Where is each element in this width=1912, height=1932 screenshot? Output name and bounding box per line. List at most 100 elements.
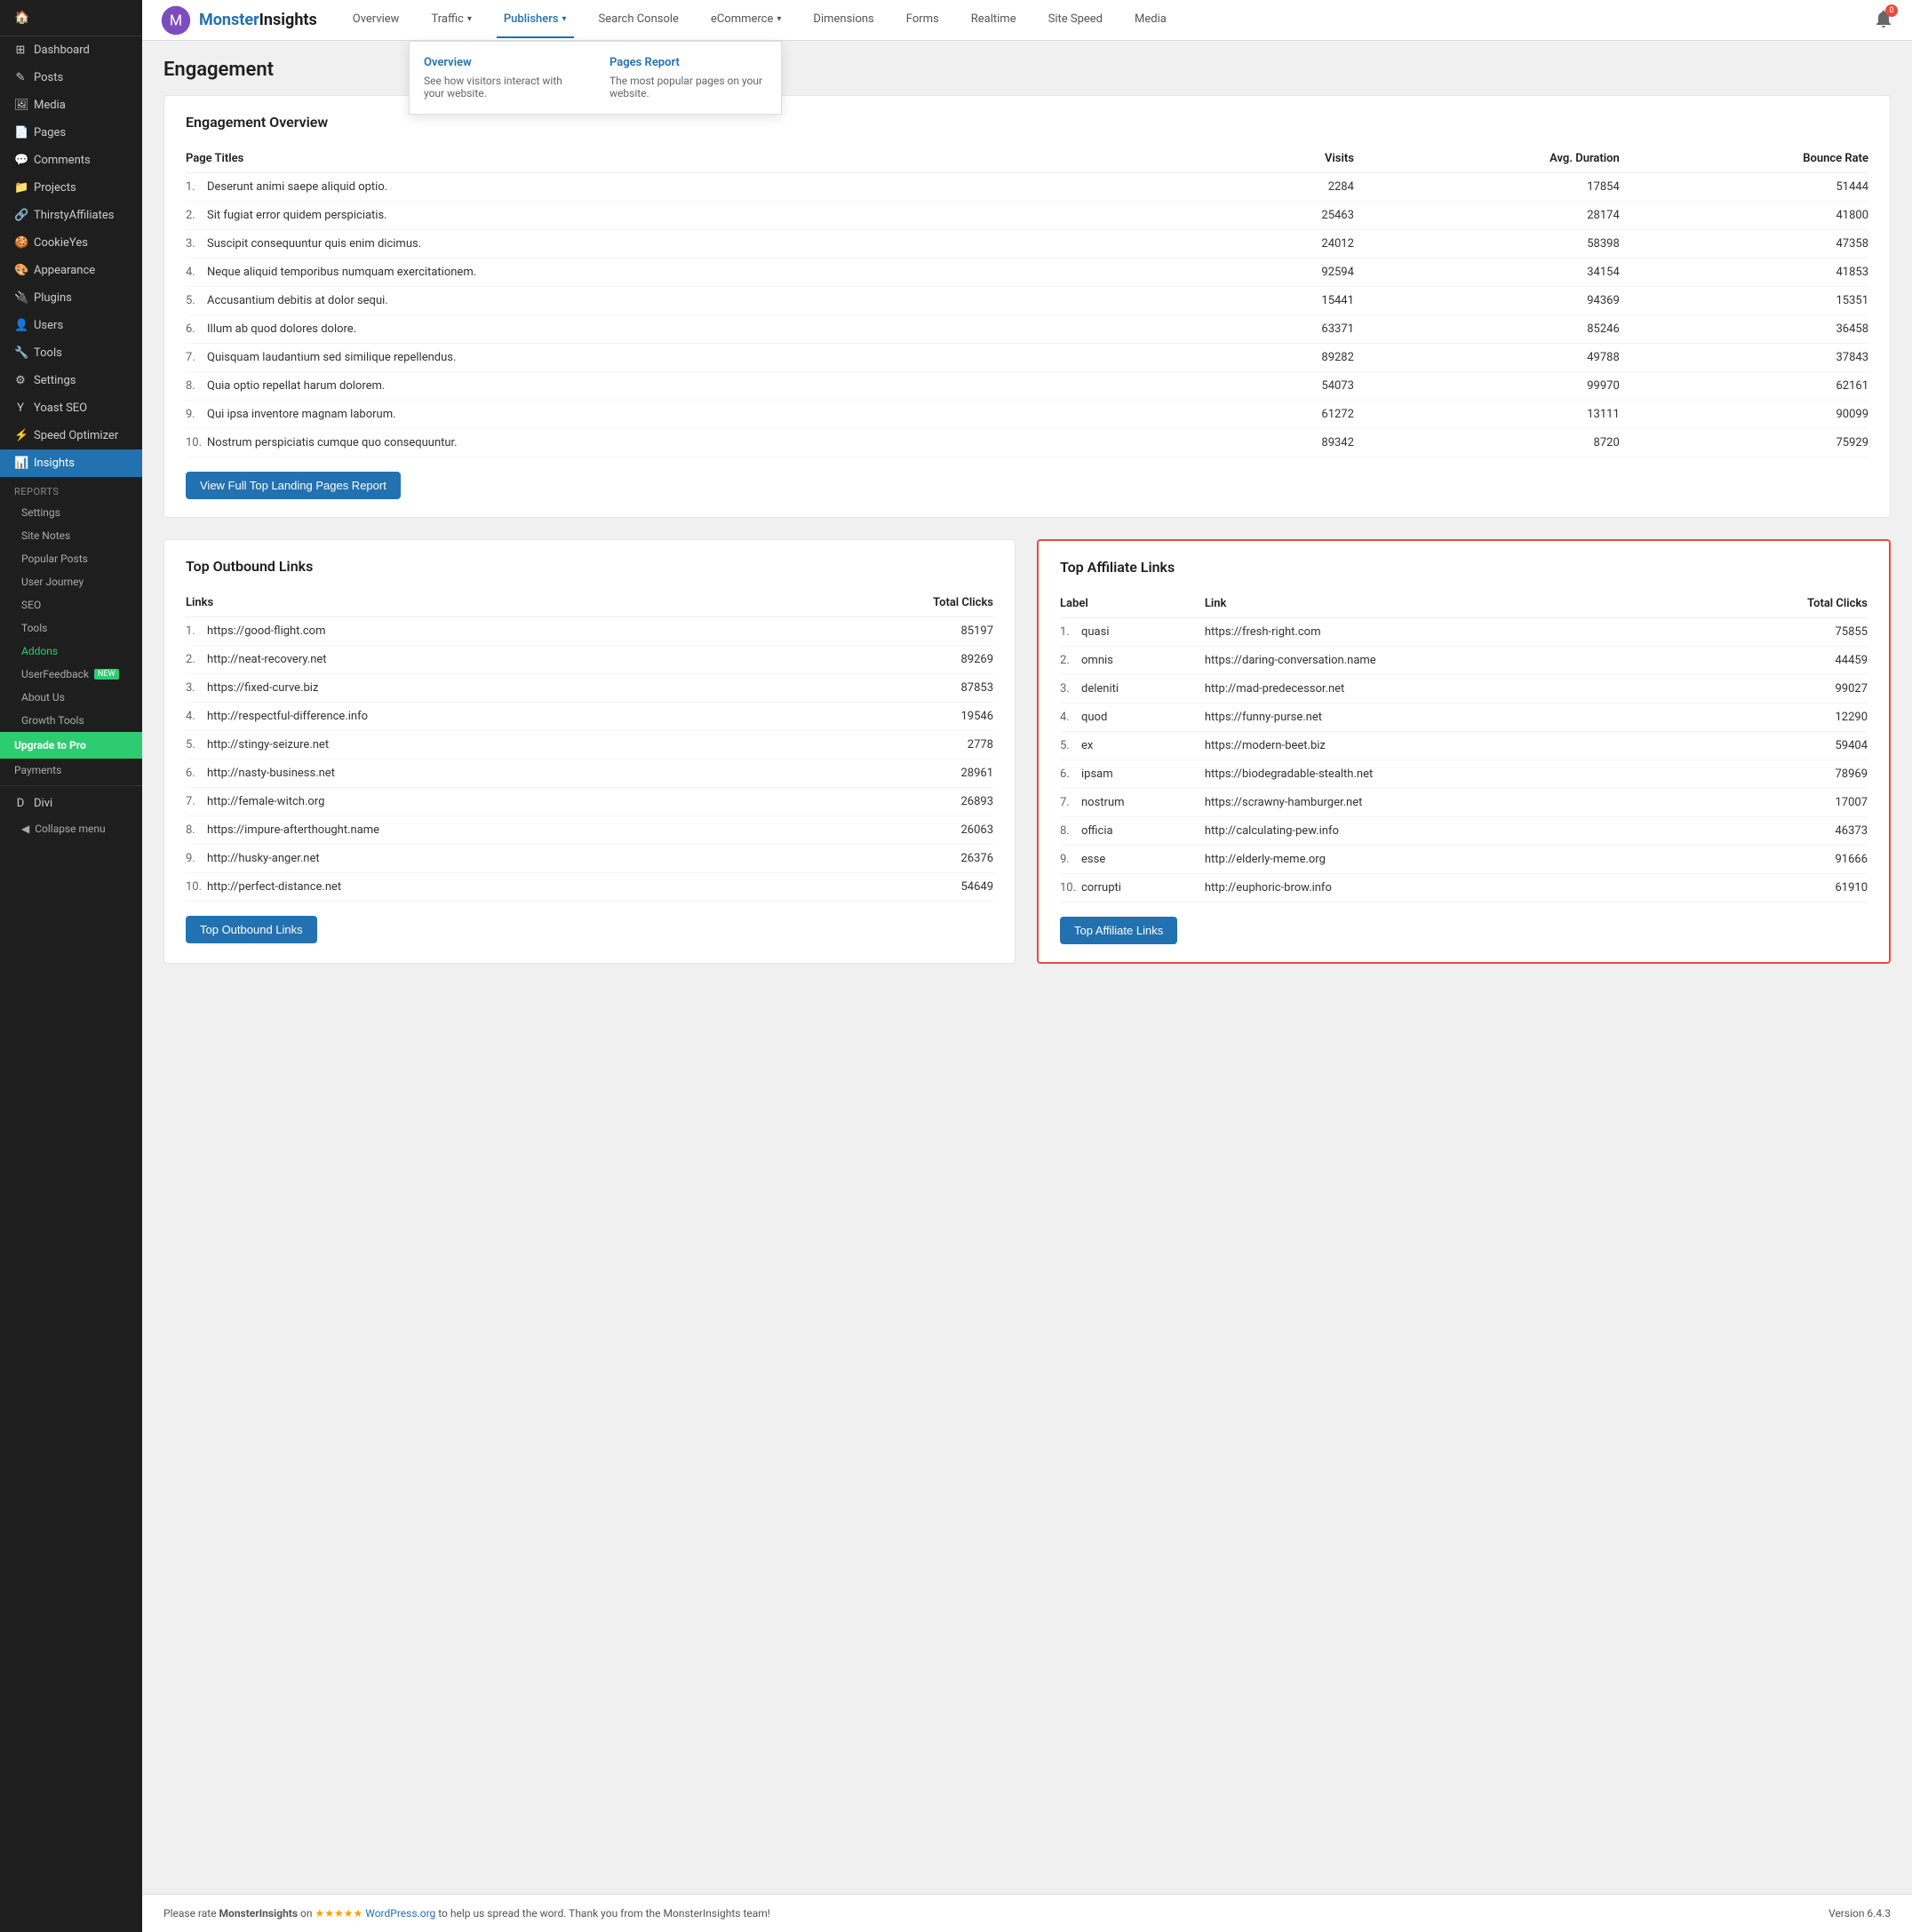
sidebar-sub-tools[interactable]: Tools — [0, 616, 142, 640]
engagement-overview-title: Engagement Overview — [186, 114, 1868, 131]
row-link: http://perfect-distance.net — [207, 873, 790, 902]
row-num: 4. — [1060, 704, 1081, 732]
outbound-table: Links Total Clicks 1. https://good-fligh… — [186, 589, 993, 902]
row-visits: 89282 — [1231, 344, 1354, 372]
sidebar-item-tools[interactable]: 🔧 Tools — [0, 339, 142, 367]
row-title: Neque aliquid temporibus numquam exercit… — [207, 258, 1231, 287]
nav-forms[interactable]: Forms — [899, 2, 946, 38]
list-item: 4. http://respectful-difference.info 195… — [186, 703, 993, 731]
row-num: 8. — [1060, 817, 1081, 846]
notification-bell[interactable]: 0 — [1873, 8, 1894, 33]
list-item: 1. quasi https://fresh-right.com 75855 — [1060, 618, 1868, 647]
sidebar-item-appearance[interactable]: 🎨 Appearance — [0, 257, 142, 284]
row-link: http://mad-predecessor.net — [1205, 675, 1695, 704]
sidebar-item-divi[interactable]: D Divi — [0, 790, 142, 817]
footer-wordpress-link[interactable]: WordPress.org — [365, 1907, 435, 1920]
sidebar-item-settings[interactable]: ⚙ Settings — [0, 367, 142, 394]
sidebar-upgrade-btn[interactable]: Upgrade to Pro — [0, 732, 142, 759]
sidebar-item-comments[interactable]: 💬 Comments — [0, 147, 142, 174]
nav-overview[interactable]: Overview — [346, 2, 407, 38]
table-row: 10. Nostrum perspiciatis cumque quo cons… — [186, 429, 1868, 457]
sidebar-item-pages[interactable]: 📄 Pages — [0, 119, 142, 147]
nav-media[interactable]: Media — [1127, 2, 1174, 38]
sidebar-item-cookieyes[interactable]: 🍪 CookieYes — [0, 229, 142, 257]
row-title: Accusantium debitis at dolor sequi. — [207, 287, 1231, 315]
sidebar-item-yoast[interactable]: Y Yoast SEO — [0, 394, 142, 422]
nav-search-console[interactable]: Search Console — [592, 2, 686, 38]
sidebar-sub-userjourney[interactable]: User Journey — [0, 570, 142, 593]
row-link: https://fixed-curve.biz — [207, 674, 790, 703]
row-num: 5. — [186, 287, 207, 315]
sidebar-sub-popularposts[interactable]: Popular Posts — [0, 547, 142, 570]
nav-ecommerce[interactable]: eCommerce ▾ — [704, 2, 788, 38]
table-row: 7. Quisquam laudantium sed similique rep… — [186, 344, 1868, 372]
footer: Please rate MonsterInsights on ★★★★★ Wor… — [142, 1894, 1912, 1932]
row-visits: 54073 — [1231, 372, 1354, 401]
sidebar-sub-aboutus[interactable]: About Us — [0, 686, 142, 709]
row-label: quod — [1081, 704, 1205, 732]
monster-insights-logo: M — [160, 4, 192, 36]
sidebar-item-speed-optimizer[interactable]: ⚡ Speed Optimizer — [0, 422, 142, 449]
ecommerce-dropdown-arrow: ▾ — [777, 14, 781, 24]
row-link: http://calculating-pew.info — [1205, 817, 1695, 846]
row-bounce-rate: 41800 — [1620, 202, 1868, 230]
page-content: Engagement Engagement Overview Page Titl… — [142, 41, 1912, 1894]
view-full-report-btn[interactable]: View Full Top Landing Pages Report — [186, 472, 401, 499]
nav-traffic[interactable]: Traffic ▾ — [424, 2, 478, 38]
row-link: https://funny-purse.net — [1205, 704, 1695, 732]
sidebar-sub-seo[interactable]: SEO — [0, 593, 142, 616]
sidebar-item-label: Dashboard — [34, 44, 90, 57]
row-link: http://euphoric-brow.info — [1205, 874, 1695, 902]
sidebar-item-projects[interactable]: 📁 Projects — [0, 174, 142, 202]
row-num: 2. — [1060, 647, 1081, 675]
row-link: http://husky-anger.net — [207, 845, 790, 873]
sidebar-item-label: Appearance — [34, 264, 95, 277]
list-item: 3. https://fixed-curve.biz 87853 — [186, 674, 993, 703]
row-num: 4. — [186, 703, 207, 731]
sidebar-sub-userfeedback[interactable]: UserFeedback NEW — [0, 663, 142, 686]
nav-site-speed[interactable]: Site Speed — [1041, 2, 1110, 38]
nav-publishers[interactable]: Publishers ▾ — [497, 2, 574, 38]
sidebar-logo-icon: 🏠 — [14, 11, 29, 25]
topbar-logo: M MonsterInsights — [160, 4, 317, 36]
list-item: 8. officia http://calculating-pew.info 4… — [1060, 817, 1868, 846]
row-bounce-rate: 15351 — [1620, 287, 1868, 315]
sidebar-item-users[interactable]: 👤 Users — [0, 312, 142, 339]
posts-icon: ✎ — [14, 71, 27, 84]
row-clicks: 89269 — [790, 646, 993, 674]
row-num: 7. — [186, 788, 207, 816]
dropdown-pages-desc: The most popular pages on your website. — [609, 75, 767, 99]
row-avg-duration: 85246 — [1354, 315, 1620, 344]
sidebar-sub-settings[interactable]: Settings — [0, 501, 142, 524]
sidebar-item-thirstyaffiliates[interactable]: 🔗 ThirstyAffiliates — [0, 202, 142, 229]
row-bounce-rate: 41853 — [1620, 258, 1868, 287]
sidebar-sub-sitenotes[interactable]: Site Notes — [0, 524, 142, 547]
row-link: https://daring-conversation.name — [1205, 647, 1695, 675]
sidebar-item-posts[interactable]: ✎ Posts — [0, 64, 142, 91]
nav-realtime[interactable]: Realtime — [964, 2, 1024, 38]
row-clicks: 26063 — [790, 816, 993, 845]
sidebar-item-plugins[interactable]: 🔌 Plugins — [0, 284, 142, 312]
sidebar-sub-addons[interactable]: Addons — [0, 640, 142, 663]
list-item: 10. corrupti http://euphoric-brow.info 6… — [1060, 874, 1868, 902]
list-item: 6. ipsam https://biodegradable-stealth.n… — [1060, 760, 1868, 789]
sidebar-item-insights[interactable]: 📊 Insights — [0, 449, 142, 477]
sidebar-sub-growthtools[interactable]: Growth Tools — [0, 709, 142, 732]
row-num: 9. — [1060, 846, 1081, 874]
sidebar-collapse-menu[interactable]: ◀ Collapse menu — [0, 817, 142, 840]
row-num: 1. — [186, 617, 207, 646]
row-num: 4. — [186, 258, 207, 287]
sidebar-payments[interactable]: Payments — [0, 759, 142, 782]
outbound-links-card: Top Outbound Links Links Total Clicks 1.… — [163, 539, 1016, 964]
dropdown-overview-desc: See how visitors interact with your webs… — [424, 75, 581, 99]
list-item: 6. http://nasty-business.net 28961 — [186, 759, 993, 788]
row-num: 2. — [186, 646, 207, 674]
sidebar-item-label: Insights — [34, 457, 75, 470]
top-outbound-links-btn[interactable]: Top Outbound Links — [186, 916, 317, 943]
row-visits: 24012 — [1231, 230, 1354, 258]
sidebar-item-media[interactable]: 🖼 Media — [0, 91, 142, 119]
top-affiliate-links-btn[interactable]: Top Affiliate Links — [1060, 917, 1177, 944]
table-row: 6. Illum ab quod dolores dolore. 63371 8… — [186, 315, 1868, 344]
sidebar-item-dashboard[interactable]: ⊞ Dashboard — [0, 36, 142, 64]
nav-dimensions[interactable]: Dimensions — [806, 2, 880, 38]
